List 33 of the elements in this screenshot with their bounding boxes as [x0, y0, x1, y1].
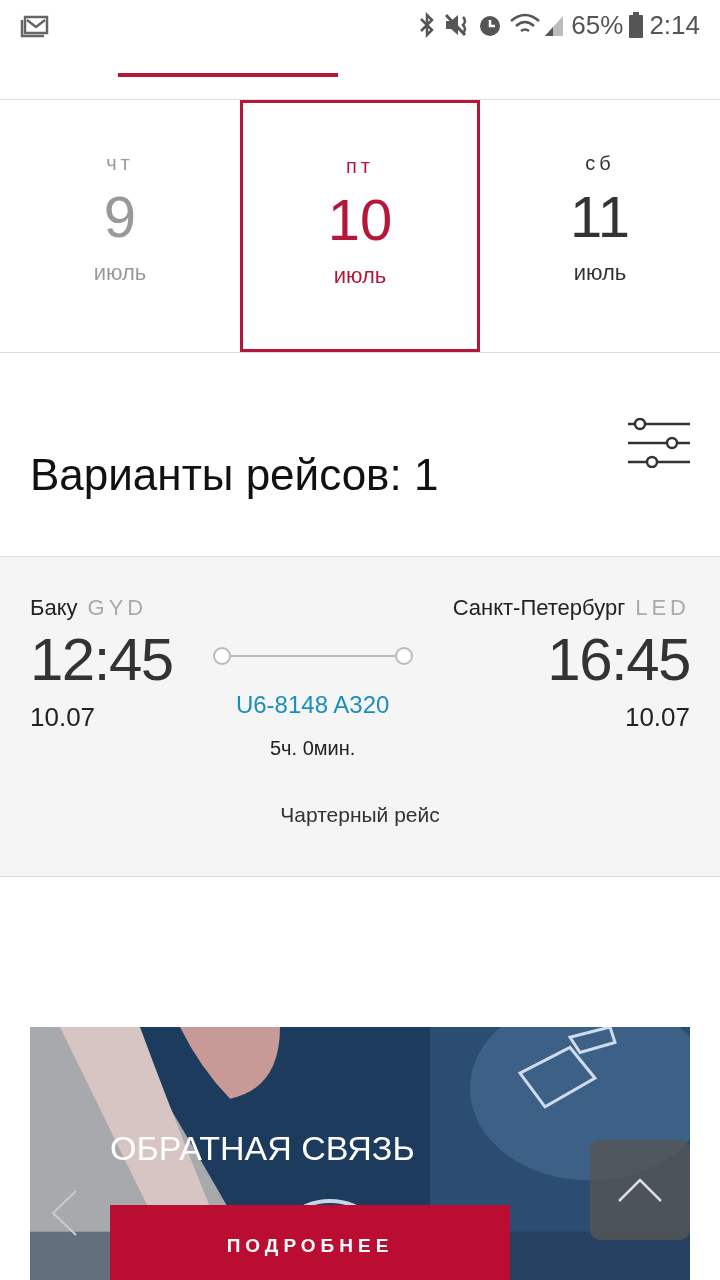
origin-code: GYD	[87, 594, 148, 622]
day-number: 11	[569, 183, 631, 251]
date-cell[interactable]: сб 11 июль	[480, 100, 720, 352]
flight-card[interactable]: Баку GYD 12:45 10.07 U6-8148 A320 5ч. 0мин. Санкт-Петербург LED 16:45 10.07 Чартерный рейс	[0, 557, 720, 877]
results-title: Варианты рейсов: 1	[30, 449, 439, 501]
flight-number-link[interactable]: U6-8148 A320	[235, 687, 390, 723]
destination-code: LED	[635, 594, 690, 622]
filter-icon[interactable]	[628, 418, 690, 468]
weekday: сб	[585, 151, 615, 176]
bluetooth-icon	[419, 12, 436, 38]
details-button[interactable]: ПОДРОБНЕЕ	[110, 1205, 510, 1280]
scroll-top-button[interactable]	[590, 1140, 690, 1240]
origin-city: Баку	[30, 594, 78, 622]
chevron-left-icon[interactable]	[50, 1189, 78, 1237]
arrival-time: 16:45	[547, 625, 690, 695]
charter-note: Чартерный рейс	[280, 802, 440, 828]
departure-time: 12:45	[30, 625, 173, 695]
month: июль	[573, 259, 627, 287]
duration: 5ч. 0мин.	[270, 736, 356, 761]
battery-icon	[629, 12, 644, 38]
battery-percent: 65%	[571, 8, 624, 42]
destination-city: Санкт-Петербург	[452, 594, 626, 622]
departure-date: 10.07	[30, 701, 97, 734]
weekday: чт	[106, 151, 134, 176]
day-number: 10	[327, 186, 393, 254]
weekday: пт	[346, 154, 374, 179]
month: июль	[93, 259, 147, 287]
date-cell[interactable]: пт 10 июль	[240, 100, 480, 352]
clock: 2:14	[649, 8, 700, 42]
chevron-up-icon	[617, 1177, 663, 1203]
arrival-date: 10.07	[624, 701, 690, 734]
month: июль	[333, 262, 387, 290]
day-number: 9	[103, 183, 137, 251]
